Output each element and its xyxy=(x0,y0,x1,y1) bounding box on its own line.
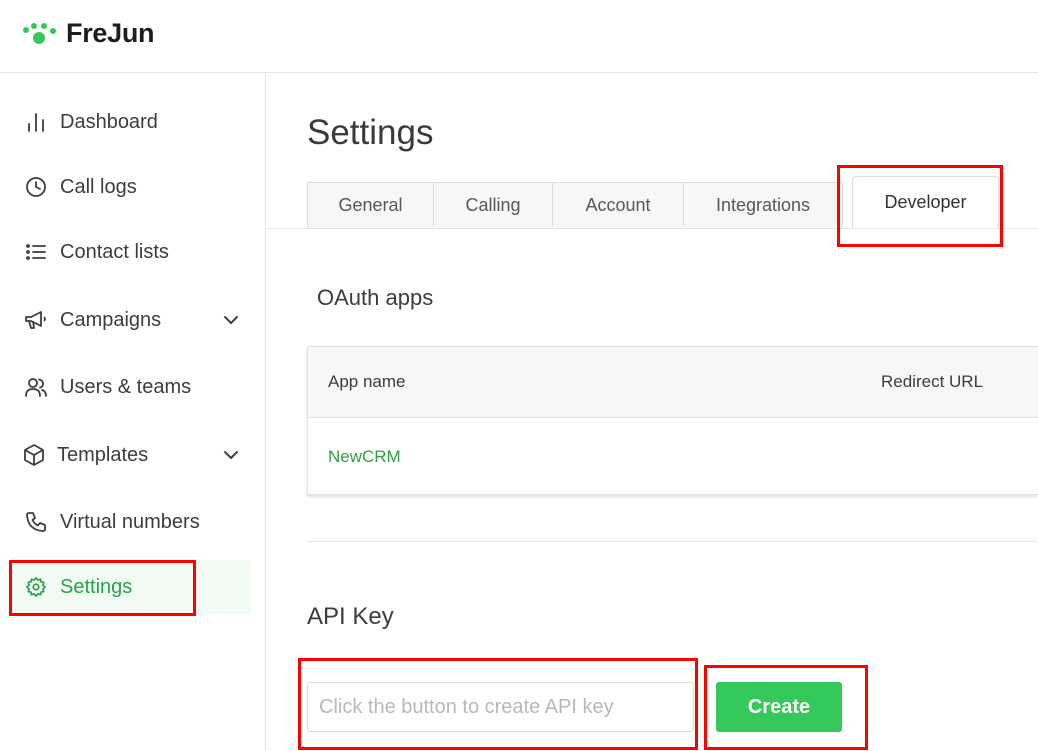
column-header-app-name: App name xyxy=(328,372,406,391)
sidebar-item-contact-lists[interactable]: Contact lists xyxy=(12,225,251,279)
api-key-input[interactable] xyxy=(307,682,694,732)
users-icon xyxy=(24,375,48,399)
sidebar-item-label: Contact lists xyxy=(60,240,169,263)
column-header-redirect-url: Redirect URL xyxy=(881,372,984,391)
tab-integrations[interactable]: Integrations xyxy=(683,182,843,227)
clock-icon xyxy=(24,175,48,199)
list-icon xyxy=(24,240,48,264)
sidebar-item-label: Campaigns xyxy=(60,308,162,331)
api-key-section-title: API Key xyxy=(307,603,394,630)
top-header: FreJun xyxy=(0,0,1038,73)
sidebar-item-users-teams[interactable]: Users & teams xyxy=(12,360,251,414)
sidebar-item-settings[interactable]: Settings xyxy=(12,560,251,614)
tab-general[interactable]: General xyxy=(307,182,434,227)
oauth-section-title: OAuth apps xyxy=(317,285,434,310)
paw-icon xyxy=(23,22,56,44)
chevron-down-icon[interactable] xyxy=(221,445,241,465)
tab-developer[interactable]: Developer xyxy=(852,176,999,228)
main-content: Settings General Calling Account Integra… xyxy=(266,73,1038,751)
sidebar-item-label: Users & teams xyxy=(60,375,192,398)
table-header: App name Redirect URL xyxy=(308,347,1038,418)
sidebar-item-call-logs[interactable]: Call logs xyxy=(12,160,251,214)
bar-chart-icon xyxy=(24,110,48,134)
phone-icon xyxy=(24,510,48,534)
tabs-divider xyxy=(266,228,1038,229)
gear-icon xyxy=(24,575,48,599)
tab-calling[interactable]: Calling xyxy=(433,182,553,227)
chevron-down-icon[interactable] xyxy=(221,310,241,330)
sidebar-item-dashboard[interactable]: Dashboard xyxy=(12,95,251,149)
oauth-apps-table: App name Redirect URL NewCRM xyxy=(307,346,1038,495)
sidebar-item-label: Virtual numbers xyxy=(60,510,200,533)
sidebar-item-virtual-numbers[interactable]: Virtual numbers xyxy=(12,495,251,549)
sidebar-item-label: Templates xyxy=(57,443,149,466)
brand-name: FreJun xyxy=(66,18,155,48)
tab-account[interactable]: Account xyxy=(552,182,684,227)
app-name-link[interactable]: NewCRM xyxy=(328,447,401,467)
megaphone-icon xyxy=(24,308,48,332)
section-divider xyxy=(307,541,1038,542)
page-title: Settings xyxy=(307,113,434,152)
sidebar-item-label: Settings xyxy=(60,575,133,598)
sidebar-item-label: Dashboard xyxy=(60,110,158,133)
sidebar-item-campaigns[interactable]: Campaigns xyxy=(12,293,251,347)
create-api-key-button[interactable]: Create xyxy=(716,682,842,732)
cube-icon xyxy=(22,443,46,467)
table-row: NewCRM xyxy=(308,418,1038,495)
sidebar: Dashboard Call logs Contact lists Campai… xyxy=(0,73,266,751)
frejun-logo[interactable]: FreJun xyxy=(22,18,155,49)
sidebar-item-label: Call logs xyxy=(60,175,137,198)
sidebar-item-templates[interactable]: Templates xyxy=(12,428,251,482)
settings-tabs: General Calling Account Integrations Dev… xyxy=(307,176,999,229)
